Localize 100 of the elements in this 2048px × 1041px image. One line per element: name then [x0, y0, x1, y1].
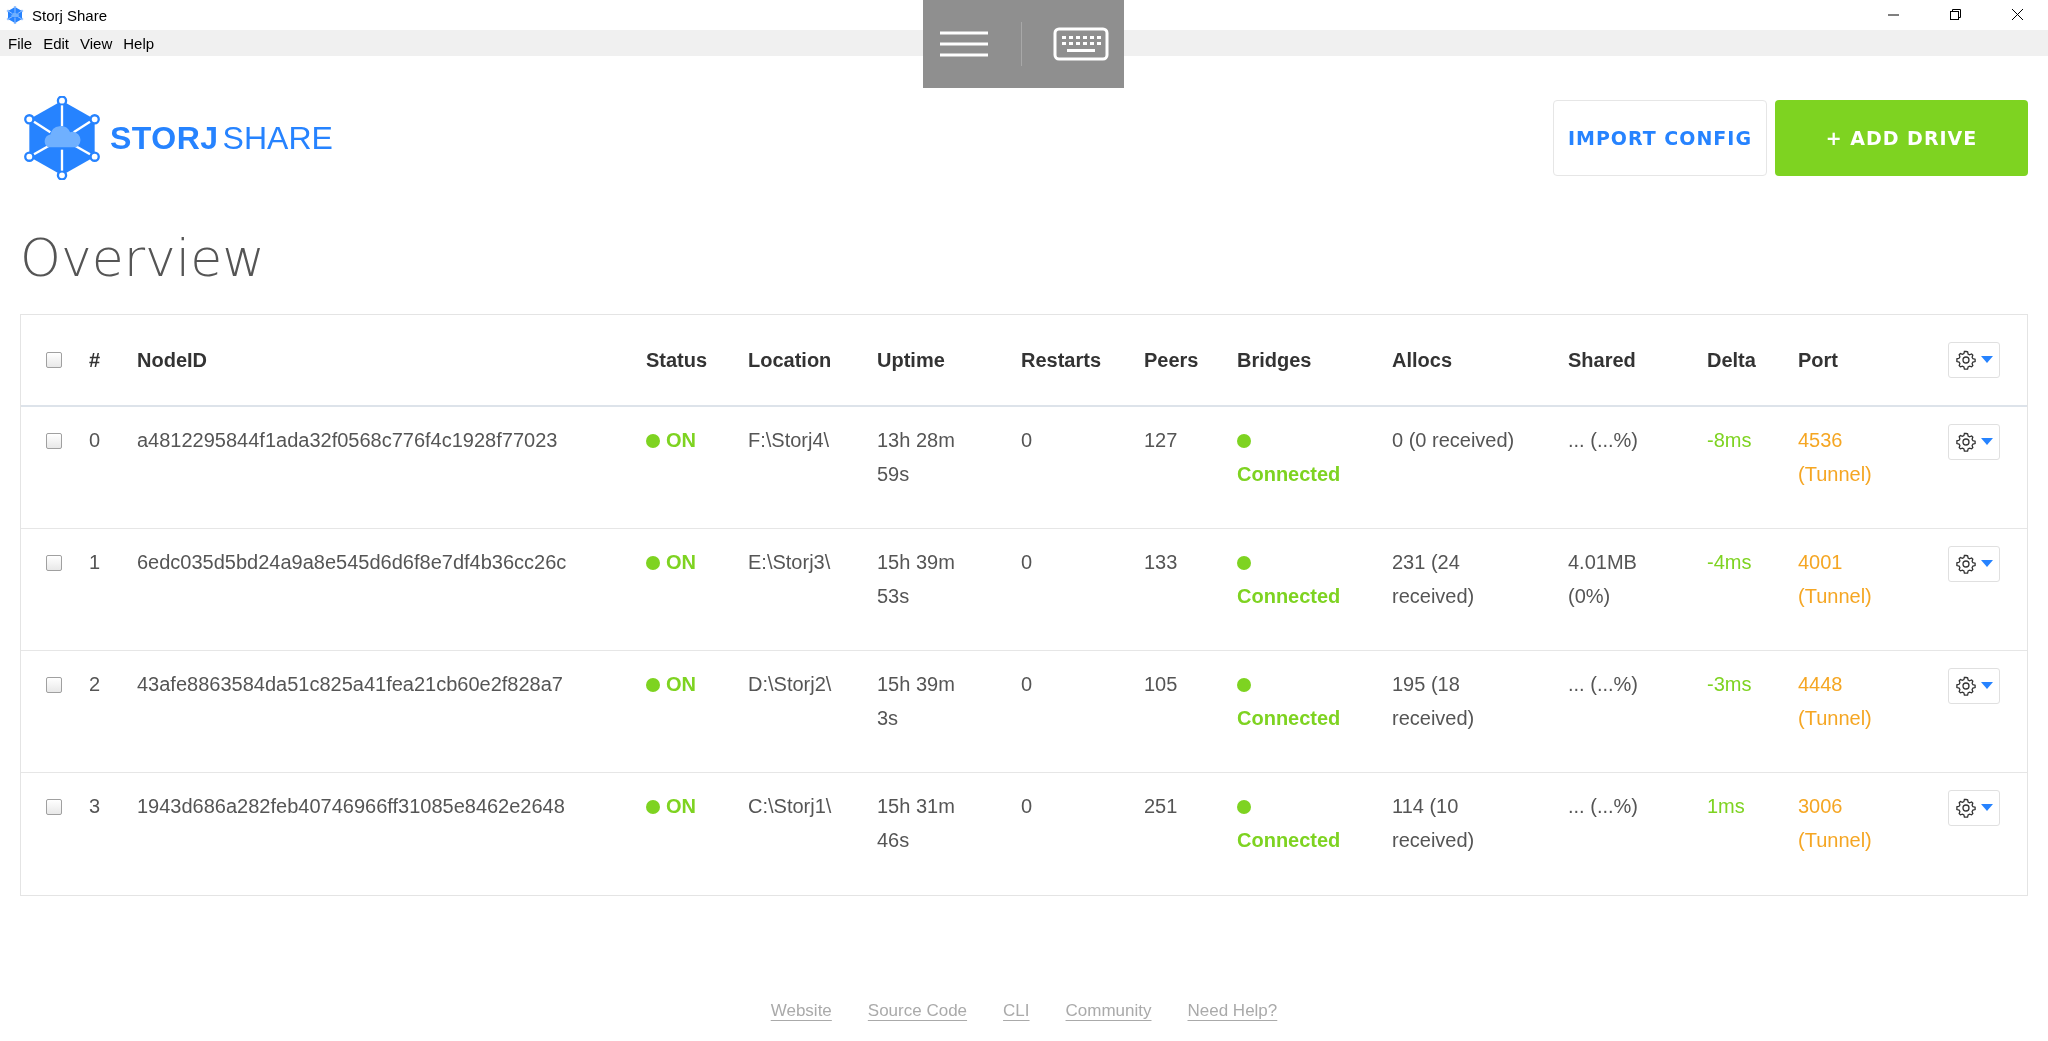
settings-dropdown-button[interactable] — [1948, 546, 2000, 582]
gear-icon — [1955, 798, 1976, 818]
checkbox[interactable] — [46, 433, 62, 449]
add-drive-button[interactable]: + ADD DRIVE — [1775, 100, 2028, 176]
delta-text: -8ms — [1707, 428, 1752, 453]
delta-text: -3ms — [1707, 672, 1752, 697]
status-dot-icon — [1237, 434, 1251, 448]
menu-icon[interactable] — [938, 30, 991, 58]
allocs-text: 0 (0 received) — [1392, 428, 1515, 453]
caret-icon — [1980, 682, 1993, 690]
column-header: # — [89, 348, 101, 372]
column-header: Delta — [1707, 348, 1756, 372]
column-header: Port — [1798, 348, 1838, 372]
location-text: E:\Storj3\ — [748, 550, 831, 575]
bridge-status: Connected — [1237, 463, 1341, 485]
import-config-button[interactable]: IMPORT CONFIG — [1553, 100, 1767, 176]
menu-item[interactable]: Help — [118, 34, 161, 52]
footer-link[interactable]: Community — [1065, 1001, 1152, 1021]
peers-count: 105 — [1144, 672, 1178, 697]
checkbox[interactable] — [46, 677, 62, 693]
footer-link[interactable]: Source Code — [867, 1001, 968, 1021]
node-id: a4812295844f1ada32f0568c776f4c1928f77023 — [137, 428, 558, 453]
logo-text: SHARE — [222, 119, 333, 157]
logo-text: STORJ — [110, 119, 219, 157]
caret-icon — [1980, 356, 1993, 364]
uptime-text: 13h 28m 59s — [877, 428, 956, 487]
status-dot-icon — [1237, 678, 1251, 692]
status-dot-icon — [646, 556, 660, 570]
location-text: F:\Storj4\ — [748, 428, 830, 453]
row-number: 3 — [89, 794, 101, 819]
shared-text: ... (...%) — [1568, 428, 1638, 453]
location-text: C:\Storj1\ — [748, 794, 832, 819]
footer-link[interactable]: Website — [770, 1001, 832, 1021]
gear-icon — [1955, 350, 1976, 370]
allocs-text: 195 (18 received) — [1392, 672, 1476, 731]
column-header: Peers — [1144, 348, 1199, 372]
delta-text: 1ms — [1707, 794, 1745, 819]
allocs-text: 231 (24 received) — [1392, 550, 1476, 609]
port-text: 4001 (Tunnel) — [1798, 550, 1873, 609]
gear-icon — [1955, 432, 1976, 452]
column-header: Location — [748, 348, 832, 372]
caret-icon — [1980, 438, 1993, 446]
shared-text: ... (...%) — [1568, 794, 1638, 819]
status-text: ON — [666, 551, 696, 573]
bridge-status: Connected — [1237, 829, 1341, 851]
column-header: Uptime — [877, 348, 945, 372]
uptime-text: 15h 39m 53s — [877, 550, 956, 609]
column-header: NodeID — [137, 348, 207, 372]
port-text: 4536 (Tunnel) — [1798, 428, 1873, 487]
settings-dropdown-button[interactable] — [1948, 424, 2000, 460]
settings-dropdown-button[interactable] — [1948, 668, 2000, 704]
checkbox[interactable] — [46, 555, 62, 571]
shared-text: 4.01MB (0%) — [1568, 550, 1638, 609]
footer-link[interactable]: Need Help? — [1187, 1001, 1278, 1021]
column-header: Allocs — [1392, 348, 1453, 372]
node-id: 43afe8863584da51c825a41fea21cb60e2f828a7 — [137, 672, 563, 697]
port-text: 4448 (Tunnel) — [1798, 672, 1873, 731]
window-title: Storj Share — [32, 6, 109, 24]
column-header: Bridges — [1237, 348, 1312, 372]
caret-icon — [1980, 560, 1993, 568]
logo-icon — [24, 96, 100, 180]
caret-icon — [1980, 804, 1993, 812]
checkbox[interactable] — [46, 352, 62, 368]
gear-icon — [1955, 554, 1976, 574]
restarts-count: 0 — [1021, 672, 1033, 697]
footer-link[interactable]: CLI — [1003, 1001, 1030, 1021]
page-heading: Overview — [20, 228, 266, 290]
column-header: Shared — [1568, 348, 1636, 372]
shared-text: ... (...%) — [1568, 672, 1638, 697]
restarts-count: 0 — [1021, 550, 1033, 575]
status-text: ON — [666, 795, 696, 817]
status-dot-icon — [1237, 800, 1251, 814]
node-id: 6edc035d5bd24a9a8e545d6d6f8e7df4b36cc26c — [137, 550, 567, 575]
menu-item[interactable]: View — [75, 34, 119, 52]
status-text: ON — [666, 429, 696, 451]
column-header: Restarts — [1021, 348, 1102, 372]
keyboard-icon[interactable] — [1052, 27, 1109, 61]
port-text: 3006 (Tunnel) — [1798, 794, 1873, 853]
row-number: 2 — [89, 672, 101, 697]
gear-icon — [1955, 676, 1976, 696]
peers-count: 133 — [1144, 550, 1178, 575]
app-icon — [6, 6, 24, 24]
restarts-count: 0 — [1021, 428, 1033, 453]
peers-count: 127 — [1144, 428, 1178, 453]
uptime-text: 15h 39m 3s — [877, 672, 956, 731]
status-dot-icon — [646, 678, 660, 692]
node-id: 1943d686a282feb40746966ff31085e8462e2648 — [137, 794, 565, 819]
checkbox[interactable] — [46, 799, 62, 815]
menu-item[interactable]: Edit — [38, 34, 76, 52]
status-dot-icon — [646, 434, 660, 448]
status-text: ON — [666, 673, 696, 695]
settings-dropdown-button[interactable] — [1948, 342, 2000, 378]
row-number: 1 — [89, 550, 101, 575]
menu-item[interactable]: File — [3, 34, 39, 52]
settings-dropdown-button[interactable] — [1948, 790, 2000, 826]
bridge-status: Connected — [1237, 707, 1341, 729]
location-text: D:\Storj2\ — [748, 672, 832, 697]
uptime-text: 15h 31m 46s — [877, 794, 956, 853]
row-number: 0 — [89, 428, 101, 453]
restarts-count: 0 — [1021, 794, 1033, 819]
